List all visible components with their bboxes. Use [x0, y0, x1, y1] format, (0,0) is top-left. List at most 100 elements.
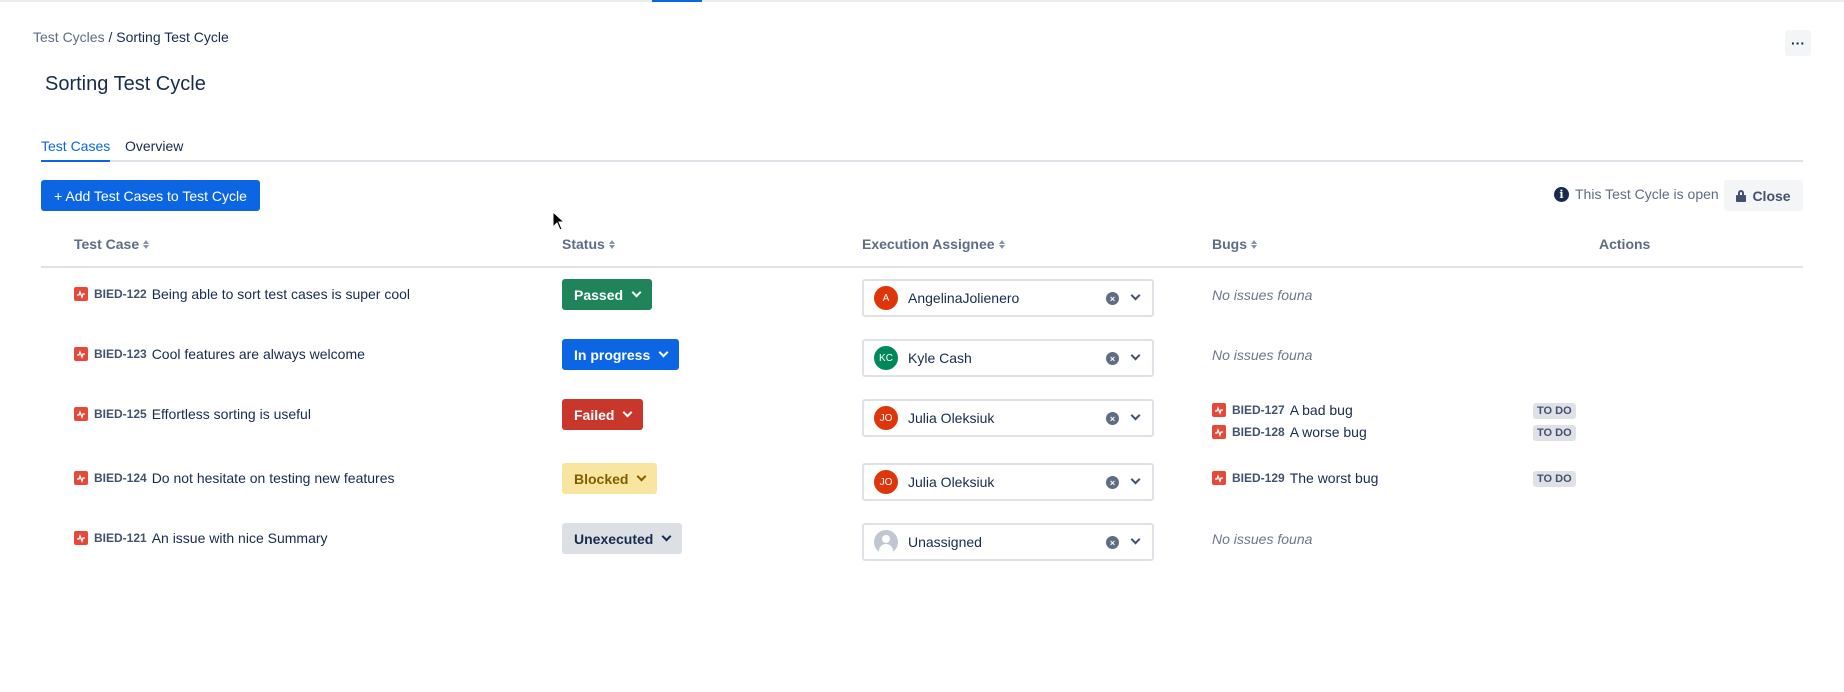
assignee-name: Kyle Cash	[908, 350, 972, 366]
test-case-summary: Cool features are always welcome	[151, 346, 365, 362]
more-icon: ···	[1791, 35, 1805, 51]
clear-icon[interactable]: ×	[1106, 412, 1119, 425]
sort-icon	[143, 239, 150, 249]
bug-icon	[1212, 403, 1226, 417]
assignee-select[interactable]: Unassigned ×	[862, 523, 1154, 561]
close-cycle-button[interactable]: Close	[1724, 180, 1803, 211]
column-header-bugs[interactable]: Bugs	[1212, 236, 1257, 252]
bug-status-badge: TO DO	[1533, 471, 1576, 487]
column-header-label: Actions	[1599, 236, 1651, 252]
clear-icon[interactable]: ×	[1106, 476, 1119, 489]
lock-icon	[1736, 189, 1747, 202]
breadcrumb-test-cycles-link[interactable]: Test Cycles	[33, 29, 105, 45]
assignee-select[interactable]: JO Julia Oleksiuk ×	[862, 463, 1154, 501]
test-case-link[interactable]: BIED-122 Being able to sort test cases i…	[74, 286, 410, 302]
breadcrumb: Test Cycles / Sorting Test Cycle	[33, 29, 229, 45]
bug-link[interactable]: BIED-127 A bad bug	[1212, 402, 1353, 418]
column-header-label: Status	[562, 236, 605, 252]
test-case-link[interactable]: BIED-125 Effortless sorting is useful	[74, 406, 311, 422]
status-dropdown[interactable]: Unexecuted	[562, 523, 683, 554]
assignee-select[interactable]: KC Kyle Cash ×	[862, 339, 1154, 377]
info-icon: i	[1554, 186, 1569, 202]
test-issue-icon	[74, 287, 88, 301]
cycle-state-text: This Test Cycle is open	[1575, 186, 1719, 202]
test-issue-icon	[74, 531, 88, 545]
assignee-select[interactable]: A AngelinaJolienero ×	[862, 279, 1154, 317]
assignee-name: Unassigned	[908, 534, 982, 550]
chevron-down-icon[interactable]	[1130, 474, 1141, 485]
test-case-key: BIED-124	[94, 471, 147, 485]
status-label: Failed	[574, 406, 615, 423]
test-case-key: BIED-121	[94, 531, 147, 545]
chevron-down-icon	[661, 531, 672, 542]
chevron-down-icon	[637, 471, 647, 482]
chevron-down-icon[interactable]	[1130, 350, 1141, 361]
avatar: JO	[874, 406, 898, 430]
column-header-actions: Actions	[1599, 236, 1650, 252]
bug-link[interactable]: BIED-129 The worst bug	[1212, 470, 1378, 486]
test-issue-icon	[74, 347, 88, 361]
status-dropdown[interactable]: Passed	[562, 279, 653, 310]
status-dropdown[interactable]: Failed	[562, 399, 644, 430]
status-label: Unexecuted	[574, 530, 654, 547]
mouse-cursor-icon	[552, 211, 566, 231]
test-case-key: BIED-125	[94, 407, 147, 421]
chevron-down-icon	[631, 287, 642, 298]
assignee-name: Julia Oleksiuk	[908, 410, 995, 426]
status-label: Passed	[574, 286, 624, 303]
more-actions-button[interactable]: ···	[1785, 30, 1811, 56]
chevron-down-icon[interactable]	[1130, 290, 1141, 301]
chevron-down-icon[interactable]	[1130, 410, 1141, 421]
clear-icon[interactable]: ×	[1106, 292, 1119, 305]
cycle-state: i This Test Cycle is open	[1554, 186, 1719, 202]
test-case-summary: An issue with nice Summary	[151, 530, 328, 546]
sort-icon	[608, 239, 615, 249]
test-issue-icon	[74, 471, 88, 485]
top-border	[0, 0, 1844, 2]
clear-icon[interactable]: ×	[1106, 352, 1119, 365]
column-header-label: Test Case	[74, 236, 140, 252]
bug-key: BIED-129	[1232, 471, 1285, 485]
column-header-assignee[interactable]: Execution Assignee	[862, 236, 1005, 252]
sort-icon	[998, 239, 1005, 249]
assignee-name: Julia Oleksiuk	[908, 474, 995, 490]
test-case-key: BIED-123	[94, 347, 147, 361]
sort-icon	[1251, 239, 1257, 249]
bug-link[interactable]: BIED-128 A worse bug	[1212, 424, 1367, 440]
test-case-link[interactable]: BIED-123 Cool features are always welcom…	[74, 346, 365, 362]
clear-icon[interactable]: ×	[1106, 536, 1119, 549]
bug-summary: A worse bug	[1289, 424, 1367, 440]
column-header-status[interactable]: Status	[562, 236, 615, 252]
status-dropdown[interactable]: Blocked	[562, 463, 658, 494]
test-case-link[interactable]: BIED-124 Do not hesitate on testing new …	[74, 470, 395, 486]
no-bugs-text: No issues founa	[1212, 287, 1313, 303]
tab-test-cases[interactable]: Test Cases	[41, 138, 111, 162]
chevron-down-icon	[623, 407, 633, 418]
chevron-down-icon	[658, 347, 669, 358]
chevron-down-icon[interactable]	[1130, 534, 1141, 545]
breadcrumb-separator: /	[104, 29, 117, 45]
unassigned-avatar-icon	[874, 530, 898, 554]
avatar: KC	[874, 346, 898, 370]
avatar: JO	[874, 470, 898, 494]
bug-icon	[1212, 471, 1226, 485]
test-case-summary: Effortless sorting is useful	[151, 406, 311, 422]
tab-overview[interactable]: Overview	[125, 138, 183, 162]
no-bugs-text: No issues founa	[1212, 531, 1313, 547]
column-header-test-case[interactable]: Test Case	[74, 236, 150, 252]
bug-summary: The worst bug	[1289, 470, 1379, 486]
breadcrumb-current: Sorting Test Cycle	[116, 29, 229, 45]
test-case-key: BIED-122	[94, 287, 147, 301]
assignee-name: AngelinaJolienero	[908, 290, 1020, 306]
assignee-select[interactable]: JO Julia Oleksiuk ×	[862, 399, 1154, 437]
test-issue-icon	[74, 407, 88, 421]
bug-key: BIED-127	[1232, 403, 1285, 417]
status-dropdown[interactable]: In progress	[562, 339, 680, 370]
test-case-link[interactable]: BIED-121 An issue with nice Summary	[74, 530, 328, 546]
top-active-indicator	[652, 0, 702, 2]
page-title: Sorting Test Cycle	[45, 73, 206, 95]
add-test-cases-button[interactable]: + Add Test Cases to Test Cycle	[41, 180, 260, 211]
column-header-label: Bugs	[1212, 236, 1247, 252]
avatar: A	[874, 286, 898, 310]
status-label: Blocked	[574, 470, 629, 487]
